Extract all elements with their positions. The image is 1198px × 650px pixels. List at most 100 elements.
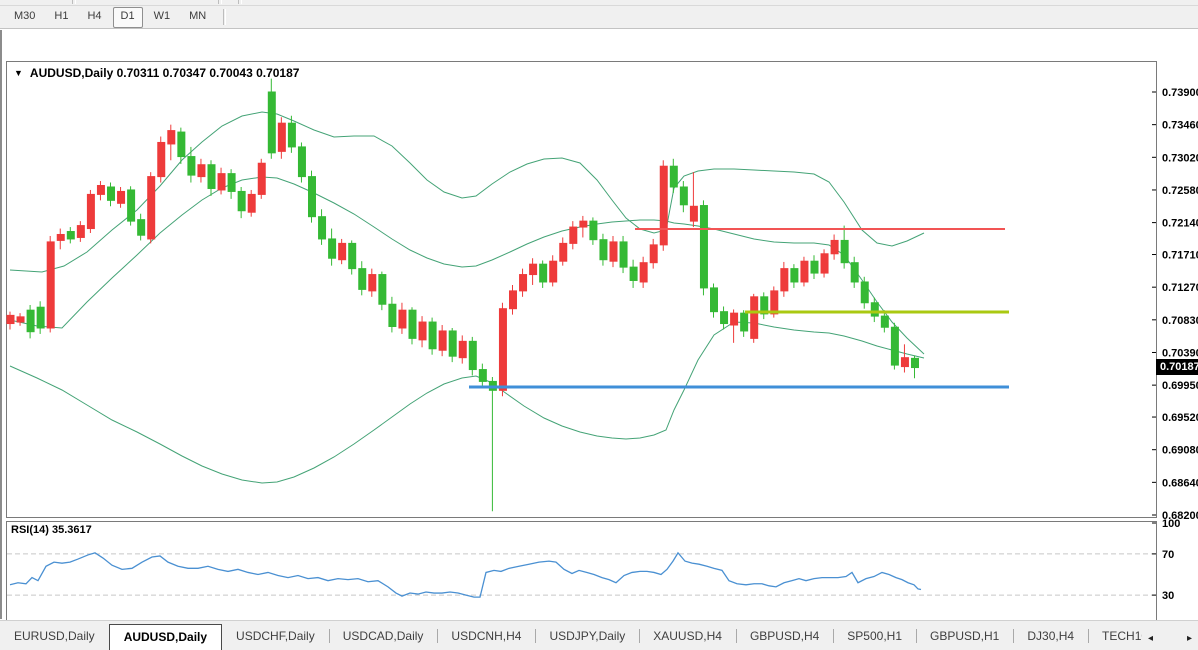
candle-body bbox=[369, 275, 376, 291]
candle-body bbox=[379, 275, 386, 305]
candle-body bbox=[861, 282, 868, 303]
price-tick-label: 0.72140 bbox=[1162, 218, 1198, 230]
chart-tabs: EURUSD,DailyAUDUSD,DailyUSDCHF,DailyUSDC… bbox=[0, 624, 1142, 650]
candle-body bbox=[57, 234, 64, 240]
candle-body bbox=[650, 245, 657, 263]
candle-body bbox=[610, 242, 617, 261]
price-tick-label: 0.73460 bbox=[1162, 120, 1198, 132]
candle-body bbox=[288, 123, 295, 147]
candle-body bbox=[751, 297, 758, 339]
chart-tab-tech100-h1[interactable]: TECH100,H1 bbox=[1088, 624, 1142, 648]
price-tick-label: 0.69080 bbox=[1162, 445, 1198, 457]
tab-scroll-buttons: ◂ ▸ bbox=[1142, 626, 1198, 650]
price-tick-label: 0.71710 bbox=[1162, 250, 1198, 262]
chart-tab-xauusd-h4[interactable]: XAUUSD,H4 bbox=[639, 624, 736, 648]
chart-tab-usdcnh-h4[interactable]: USDCNH,H4 bbox=[437, 624, 535, 648]
candle-body bbox=[630, 267, 637, 280]
candle-body bbox=[580, 221, 587, 227]
chart-tab-gbpusd-h4[interactable]: GBPUSD,H4 bbox=[736, 624, 833, 648]
price-tick-label: 0.73020 bbox=[1162, 152, 1198, 164]
timeframe-button-mn[interactable]: MN bbox=[181, 7, 214, 28]
candlesticks bbox=[7, 79, 919, 512]
price-tick-label: 0.71270 bbox=[1162, 282, 1198, 294]
candle-body bbox=[399, 310, 406, 328]
rsi-pane-border bbox=[7, 522, 1157, 628]
candle-body bbox=[600, 240, 607, 260]
rsi-indicator-label: RSI(14) 35.3617 bbox=[11, 524, 92, 536]
chart-tab-usdchf-daily[interactable]: USDCHF,Daily bbox=[222, 624, 329, 648]
candle-body bbox=[821, 254, 828, 273]
bollinger-bands bbox=[10, 112, 924, 483]
chart-tab-gbpusd-h1[interactable]: GBPUSD,H1 bbox=[916, 624, 1013, 648]
bollinger-middle-band bbox=[10, 177, 924, 354]
timeframe-button-w1[interactable]: W1 bbox=[146, 7, 179, 28]
timeframe-button-m30[interactable]: M30 bbox=[6, 7, 43, 28]
candle-body bbox=[97, 186, 104, 195]
candle-body bbox=[711, 288, 718, 312]
candle-body bbox=[128, 190, 135, 221]
candle-body bbox=[871, 303, 878, 316]
price-axis[interactable]: 0.73900 0.73460 0.73020 0.72580 0.72140 0.717… bbox=[1152, 87, 1198, 522]
candle-body bbox=[791, 269, 798, 282]
price-tick-label: 0.72580 bbox=[1162, 185, 1198, 197]
candle-body bbox=[590, 221, 597, 240]
candle-body bbox=[781, 269, 788, 291]
candle-body bbox=[499, 309, 506, 391]
candle-body bbox=[67, 232, 74, 239]
candle-body bbox=[77, 226, 84, 238]
candle-body bbox=[891, 327, 898, 365]
price-tick-label: 0.69950 bbox=[1162, 380, 1198, 392]
price-tick-label: 0.73900 bbox=[1162, 87, 1198, 99]
candle-body bbox=[7, 315, 14, 323]
timeframe-button-h4[interactable]: H4 bbox=[79, 7, 109, 28]
chart-window: 0.73900 0.73460 0.73020 0.72580 0.72140 0.717… bbox=[0, 30, 1198, 619]
price-chart[interactable]: 0.73900 0.73460 0.73020 0.72580 0.72140 0.717… bbox=[6, 60, 1198, 649]
candle-body bbox=[731, 313, 738, 325]
candle-body bbox=[319, 217, 326, 239]
candle-body bbox=[409, 310, 416, 338]
chart-tab-usdjpy-daily[interactable]: USDJPY,Daily bbox=[535, 624, 639, 648]
candle-body bbox=[309, 177, 316, 217]
candle-body bbox=[741, 313, 748, 331]
candle-body bbox=[258, 163, 265, 194]
chart-tab-dj30-h4[interactable]: DJ30,H4 bbox=[1013, 624, 1088, 648]
candle-body bbox=[570, 227, 577, 243]
candle-body bbox=[469, 341, 476, 369]
candle-body bbox=[138, 220, 145, 236]
bollinger-lower-band bbox=[10, 322, 924, 483]
tab-scroll-left-icon[interactable]: ◂ bbox=[1148, 633, 1153, 644]
candle-body bbox=[540, 264, 547, 282]
toolbar-separator bbox=[223, 9, 226, 25]
candle-body bbox=[339, 243, 346, 259]
candle-body bbox=[198, 165, 205, 177]
candle-body bbox=[17, 317, 24, 322]
timeframe-button-h1[interactable]: H1 bbox=[46, 7, 76, 28]
chevron-down-icon: ▼ bbox=[14, 68, 23, 78]
candle-body bbox=[168, 131, 175, 144]
candle-body bbox=[238, 191, 245, 210]
candle-body bbox=[841, 240, 848, 262]
rsi-tick-label: 100 bbox=[1162, 518, 1180, 530]
candle-body bbox=[520, 275, 527, 291]
chart-tab-eurusd-daily[interactable]: EURUSD,Daily bbox=[0, 624, 109, 648]
rsi-tick-label: 30 bbox=[1162, 590, 1174, 602]
candle-body bbox=[37, 307, 44, 328]
chart-tab-usdcad-daily[interactable]: USDCAD,Daily bbox=[329, 624, 438, 648]
chart-tab-audusd-daily[interactable]: AUDUSD,Daily bbox=[109, 624, 222, 650]
tab-scroll-right-icon[interactable]: ▸ bbox=[1187, 633, 1192, 644]
price-tick-label: 0.70830 bbox=[1162, 315, 1198, 327]
rsi-line bbox=[10, 553, 921, 597]
candle-body bbox=[278, 123, 285, 151]
candle-body bbox=[550, 261, 557, 282]
candle-body bbox=[27, 310, 34, 332]
candle-body bbox=[148, 177, 155, 239]
candle-body bbox=[108, 187, 115, 200]
price-tick-label: 0.68640 bbox=[1162, 477, 1198, 489]
timeframe-button-d1[interactable]: D1 bbox=[113, 7, 143, 28]
chart-tab-sp500-h1[interactable]: SP500,H1 bbox=[833, 624, 916, 648]
candle-body bbox=[700, 206, 707, 288]
candle-body bbox=[479, 370, 486, 382]
candle-body bbox=[158, 142, 165, 176]
timeframe-toolbar: M30H1H4D1W1MN bbox=[0, 6, 1198, 29]
candle-body bbox=[359, 269, 366, 290]
